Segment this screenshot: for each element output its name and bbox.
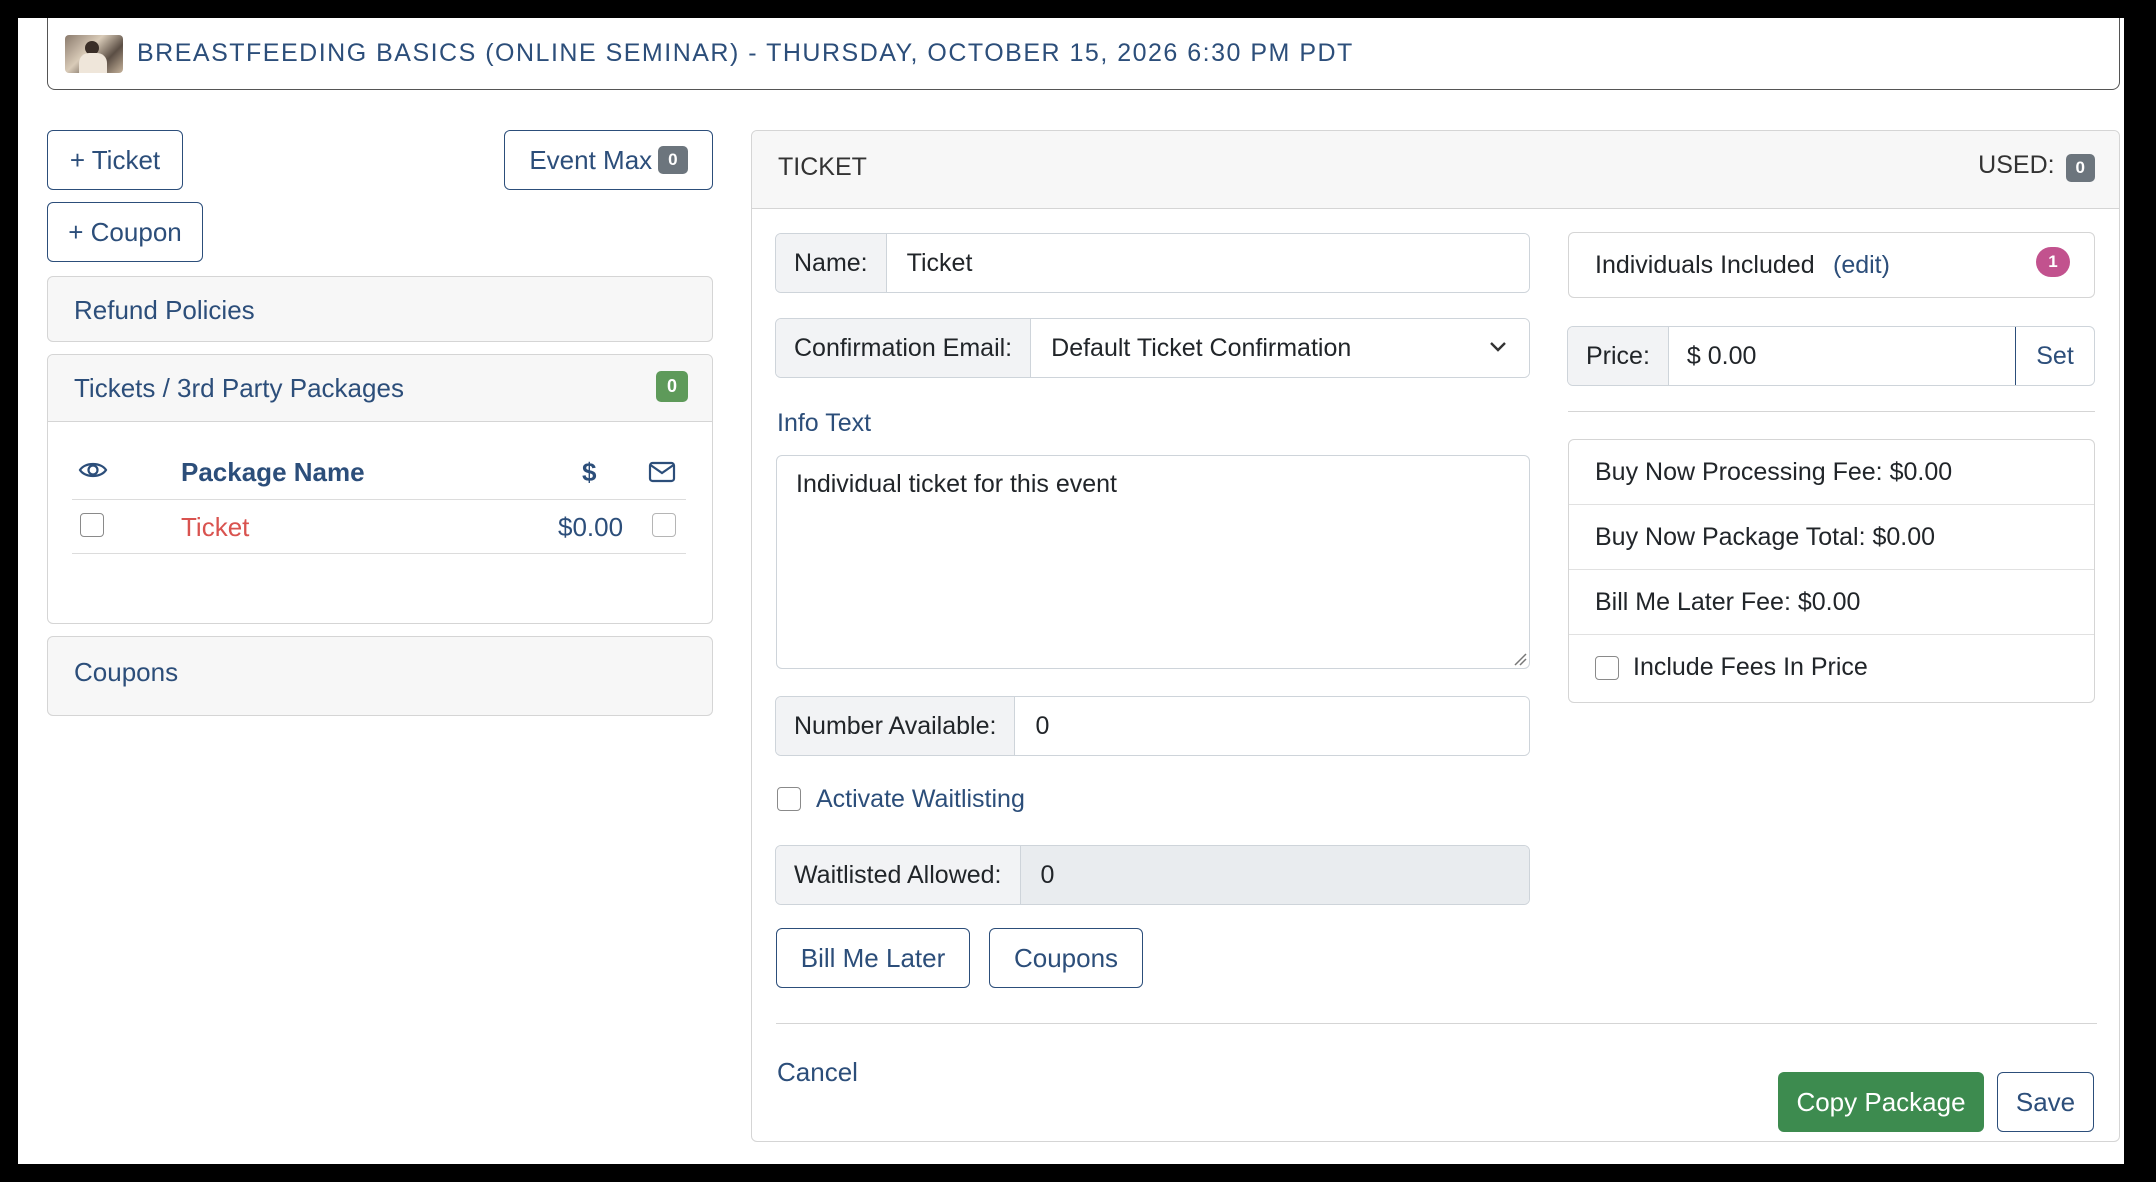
include-fees-label[interactable]: Include Fees In Price <box>1633 653 1868 682</box>
visibility-checkbox[interactable] <box>80 513 104 537</box>
bill-later-fee-text: Bill Me Later Fee: $0.00 <box>1595 587 1861 616</box>
panel-title: TICKET <box>778 153 867 181</box>
activate-waitlisting-label[interactable]: Activate Waitlisting <box>816 785 1025 814</box>
name-input[interactable]: Ticket <box>886 234 1529 292</box>
page-frame: BREASTFEEDING BASICS (ONLINE SEMINAR) - … <box>18 18 2124 1164</box>
email-envelope-icon <box>648 461 676 483</box>
package-name-link[interactable]: Ticket <box>181 512 249 543</box>
footer-divider <box>776 1023 2097 1024</box>
package-name-column-header: Package Name <box>181 457 365 487</box>
resize-handle-icon[interactable] <box>1511 650 1527 666</box>
info-text-textarea[interactable]: Individual ticket for this event <box>776 455 1530 669</box>
package-total-text: Buy Now Package Total: $0.00 <box>1595 522 1936 551</box>
event-thumbnail <box>65 34 123 73</box>
event-max-badge: 0 <box>658 146 688 174</box>
include-fees-checkbox[interactable] <box>1595 655 1619 680</box>
used-label: USED: <box>1978 151 2055 179</box>
panel-header: TICKET USED: 0 <box>752 131 2119 209</box>
info-text-value: Individual ticket for this event <box>796 470 1117 498</box>
number-available-input[interactable]: 0 <box>1015 697 1529 755</box>
waitlisted-allowed-input: 0 <box>1020 846 1529 904</box>
package-table-header: Package Name $ <box>72 451 686 500</box>
event-max-button[interactable]: Event Max 0 <box>504 130 713 190</box>
activate-waitlisting-checkbox[interactable] <box>777 787 801 811</box>
tickets-packages-accordion: Tickets / 3rd Party Packages 0 Package N… <box>47 354 713 624</box>
bill-me-later-button[interactable]: Bill Me Later <box>776 928 970 988</box>
confirmation-email-group: Confirmation Email: Default Ticket Confi… <box>775 318 1530 378</box>
tickets-packages-header[interactable]: Tickets / 3rd Party Packages 0 <box>48 355 712 422</box>
refund-policies-accordion[interactable]: Refund Policies <box>47 276 713 342</box>
price-column-header: $ <box>582 457 597 487</box>
processing-fee-row: Buy Now Processing Fee: $0.00 <box>1569 440 2094 505</box>
bill-later-fee-row: Bill Me Later Fee: $0.00 <box>1569 570 2094 635</box>
used-count-badge: 0 <box>2065 154 2095 182</box>
add-coupon-button[interactable]: + Coupon <box>47 202 203 262</box>
price-divider <box>1568 411 2095 412</box>
coupons-accordion-label: Coupons <box>74 657 179 687</box>
coupons-button[interactable]: Coupons <box>989 928 1143 988</box>
processing-fee-text: Buy Now Processing Fee: $0.00 <box>1595 457 1953 486</box>
edit-individuals-link[interactable]: (edit) <box>1833 251 1890 280</box>
fees-card: Buy Now Processing Fee: $0.00 Buy Now Pa… <box>1568 439 2095 703</box>
save-button[interactable]: Save <box>1997 1072 2094 1132</box>
package-price: $0.00 <box>558 512 624 542</box>
price-label: Price: <box>1568 327 1669 385</box>
add-ticket-button[interactable]: + Ticket <box>47 130 183 190</box>
visibility-eye-icon <box>78 462 108 478</box>
coupons-accordion[interactable]: Coupons <box>47 636 713 716</box>
individuals-included-label: Individuals Included <box>1595 251 1815 279</box>
individuals-count-badge: 1 <box>2036 247 2070 277</box>
number-available-label: Number Available: <box>776 697 1016 755</box>
individuals-included-card: Individuals Included (edit) 1 <box>1568 232 2095 298</box>
refund-policies-label: Refund Policies <box>74 295 255 325</box>
waitlisted-allowed-label: Waitlisted Allowed: <box>776 846 1021 904</box>
cancel-link[interactable]: Cancel <box>777 1057 858 1088</box>
price-input[interactable]: $ 0.00 <box>1668 327 2015 385</box>
confirmation-email-label: Confirmation Email: <box>776 319 1032 377</box>
include-fees-row: Include Fees In Price <box>1569 635 2094 700</box>
number-available-group: Number Available: 0 <box>775 696 1530 756</box>
email-checkbox[interactable] <box>652 513 676 537</box>
price-field-group: Price: $ 0.00 Set <box>1567 326 2095 386</box>
package-total-row: Buy Now Package Total: $0.00 <box>1569 505 2094 570</box>
tickets-packages-title: Tickets / 3rd Party Packages <box>74 373 404 403</box>
event-title: BREASTFEEDING BASICS (ONLINE SEMINAR) - … <box>137 39 1354 67</box>
name-label: Name: <box>776 234 887 292</box>
copy-package-button[interactable]: Copy Package <box>1778 1072 1984 1132</box>
tickets-count-badge: 0 <box>655 371 688 402</box>
chevron-down-icon <box>1490 342 1506 352</box>
table-row: Ticket $0.00 <box>72 499 686 554</box>
confirmation-email-select[interactable]: Default Ticket Confirmation <box>1031 319 1529 377</box>
name-field-group: Name: Ticket <box>775 233 1530 293</box>
event-max-label: Event Max <box>529 144 653 175</box>
confirmation-email-value: Default Ticket Confirmation <box>1051 333 1352 362</box>
info-text-label: Info Text <box>777 409 872 437</box>
event-header: BREASTFEEDING BASICS (ONLINE SEMINAR) - … <box>47 18 2120 90</box>
used-indicator: USED: 0 <box>1978 151 2095 182</box>
set-price-button[interactable]: Set <box>2015 327 2094 385</box>
waitlisted-allowed-group: Waitlisted Allowed: 0 <box>775 845 1530 905</box>
